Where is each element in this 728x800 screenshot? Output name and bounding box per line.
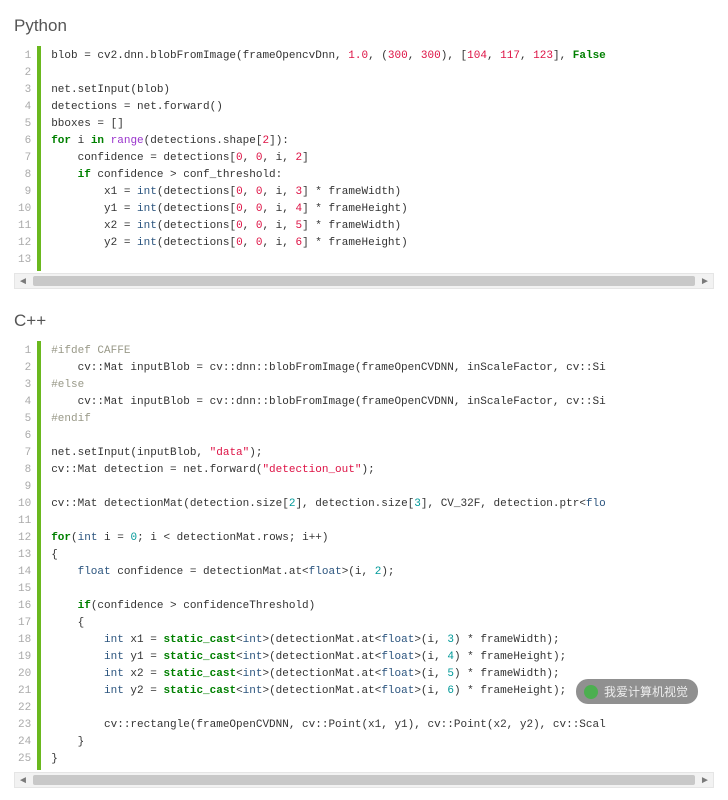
cpp-gutter: 1 2 3 4 5 6 7 8 9 10 11 12 13 14 15 16 1… xyxy=(14,341,41,770)
wechat-icon xyxy=(584,685,598,699)
cpp-code-block: 1 2 3 4 5 6 7 8 9 10 11 12 13 14 15 16 1… xyxy=(14,341,714,770)
scroll-right-icon[interactable]: ► xyxy=(697,274,713,288)
python-scrollbar[interactable]: ◄ ► xyxy=(14,273,714,289)
scroll-right-icon[interactable]: ► xyxy=(697,773,713,787)
section-title-python: Python xyxy=(14,16,714,36)
cpp-scrollbar[interactable]: ◄ ► xyxy=(14,772,714,788)
scroll-left-icon[interactable]: ◄ xyxy=(15,274,31,288)
python-code[interactable]: blob = cv2.dnn.blobFromImage(frameOpencv… xyxy=(41,46,714,271)
python-code-block: 1 2 3 4 5 6 7 8 9 10 11 12 13 blob = cv2… xyxy=(14,46,714,271)
scroll-thumb[interactable] xyxy=(33,775,695,785)
cpp-code[interactable]: #ifdef CAFFE cv::Mat inputBlob = cv::dnn… xyxy=(41,341,714,770)
watermark-badge: 我爱计算机视觉 xyxy=(576,679,698,704)
scroll-left-icon[interactable]: ◄ xyxy=(15,773,31,787)
python-gutter: 1 2 3 4 5 6 7 8 9 10 11 12 13 xyxy=(14,46,41,271)
watermark-text: 我爱计算机视觉 xyxy=(604,683,688,700)
section-title-cpp: C++ xyxy=(14,311,714,331)
scroll-thumb[interactable] xyxy=(33,276,695,286)
